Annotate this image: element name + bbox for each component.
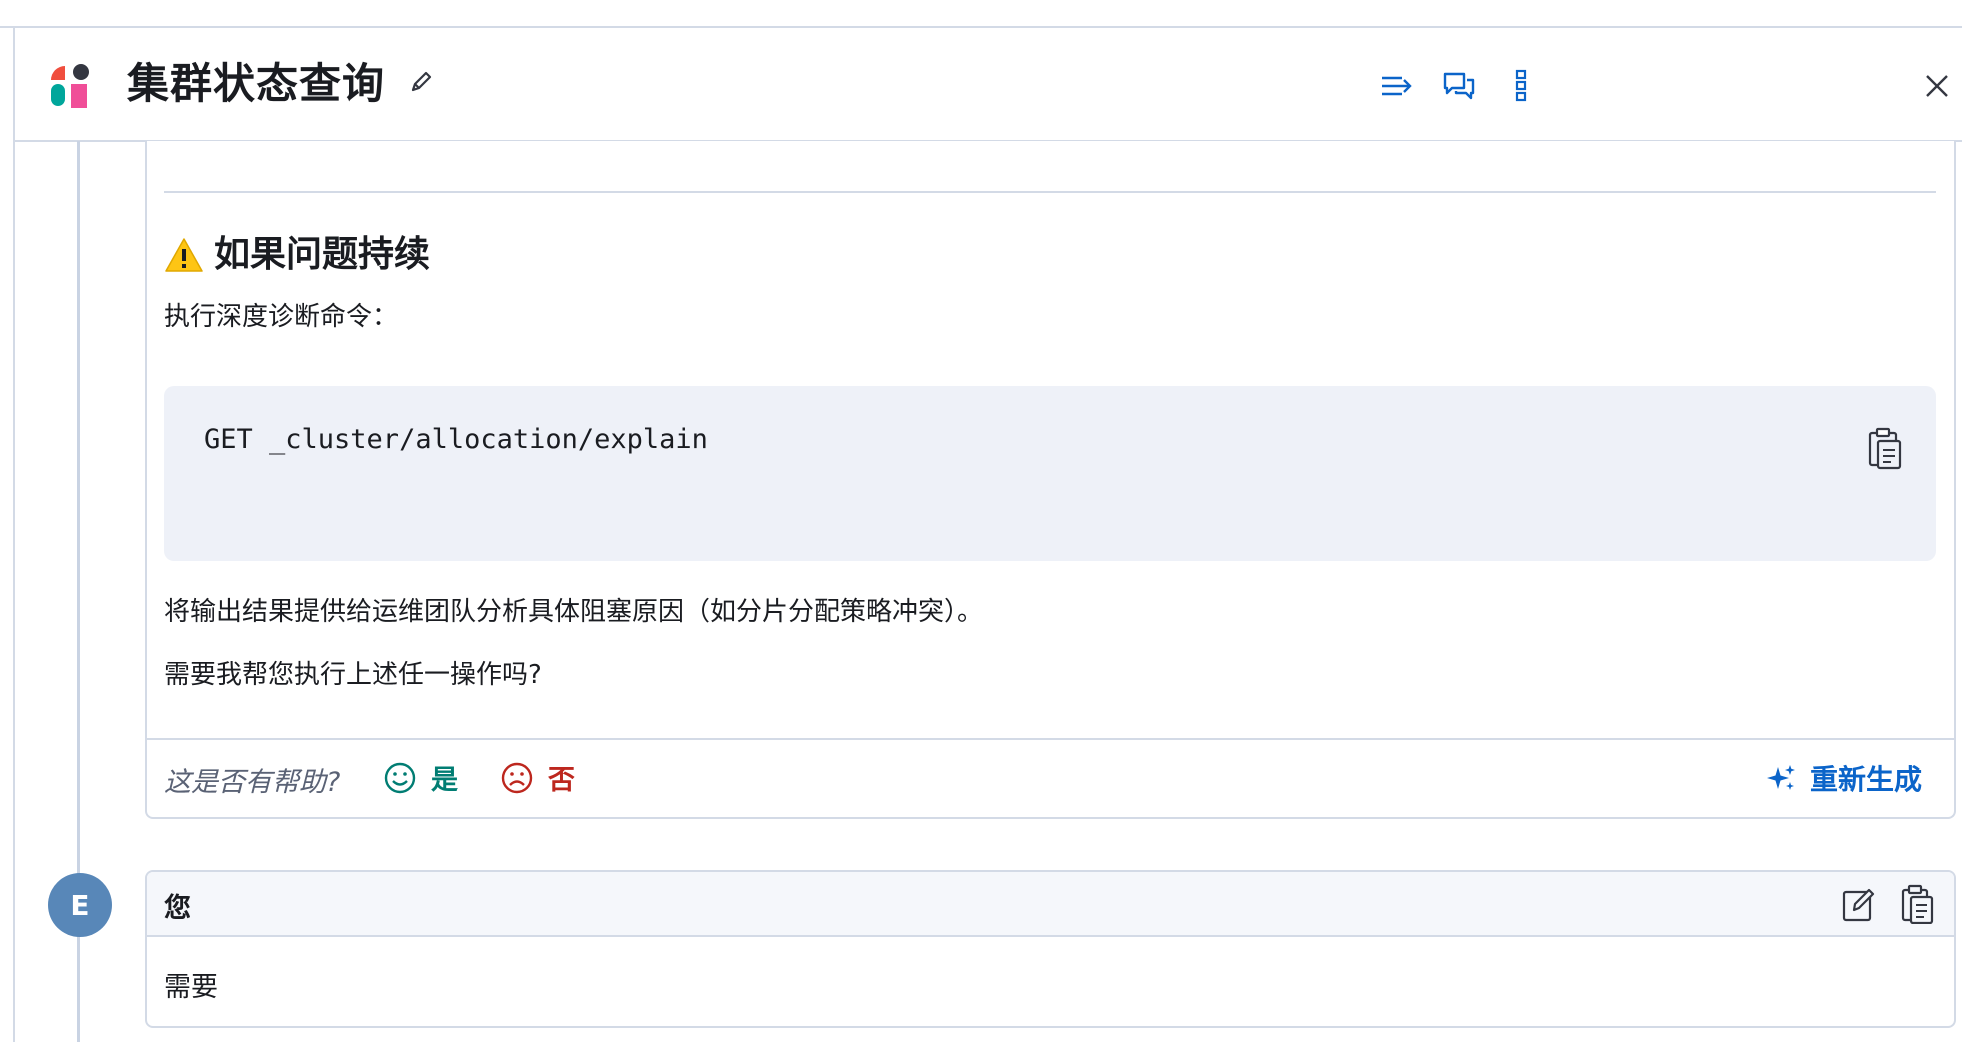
- copy-code-icon[interactable]: [1864, 426, 1904, 470]
- kebab-menu-icon[interactable]: [1501, 66, 1541, 106]
- feedback-no-button[interactable]: 否: [500, 758, 575, 797]
- smile-icon: [384, 762, 416, 793]
- copy-icon[interactable]: [1898, 884, 1936, 924]
- warning-icon: [165, 238, 203, 272]
- frown-icon: [501, 762, 533, 793]
- user-message-header: 您: [147, 872, 1954, 937]
- flyout-header: 集群状态查询: [15, 28, 1962, 142]
- followup-text: 将输出结果提供给运维团队分析具体阻塞原因（如分片分配策略冲突）。: [164, 597, 984, 627]
- user-message-text: 需要: [164, 972, 218, 1003]
- pencil-icon[interactable]: [407, 68, 435, 96]
- window-top-strip: [0, 0, 1962, 28]
- assistant-flyout: 集群状态查询 如果问题持续 执行深度诊断命令： GET _cluster/all…: [13, 28, 1962, 1042]
- user-message-card: 您 需要: [145, 870, 1956, 1028]
- warning-heading: 如果问题持续: [164, 231, 430, 279]
- avatar: E: [48, 873, 112, 937]
- feedback-no-label: 否: [548, 765, 575, 796]
- sparkles-icon: [1766, 765, 1795, 790]
- edit-icon[interactable]: [1840, 884, 1878, 924]
- code-text[interactable]: GET _cluster/allocation/explain: [204, 424, 708, 455]
- regenerate-label: 重新生成: [1809, 763, 1922, 796]
- chat-bubbles-icon[interactable]: [1439, 66, 1479, 106]
- close-icon[interactable]: [1917, 66, 1957, 106]
- conversation-title: 集群状态查询: [127, 59, 386, 108]
- code-block: GET _cluster/allocation/explain: [164, 386, 1936, 561]
- user-author: 您: [164, 893, 191, 924]
- warning-heading-text: 如果问题持续: [214, 234, 431, 275]
- feedback-prompt: 这是否有帮助?: [164, 767, 341, 798]
- intro-text: 执行深度诊断命令：: [164, 302, 399, 332]
- feedback-bar: 这是否有帮助? 是 否 重新生成: [147, 738, 1954, 819]
- assistant-message-card: 如果问题持续 执行深度诊断命令： GET _cluster/allocation…: [145, 141, 1956, 819]
- regenerate-button[interactable]: 重新生成: [1766, 758, 1922, 798]
- divider: [164, 191, 1936, 193]
- app-logo-icon: [51, 64, 89, 108]
- collapse-lines-icon[interactable]: [1377, 66, 1417, 106]
- question-text: 需要我帮您执行上述任一操作吗?: [164, 660, 542, 690]
- feedback-yes-label: 是: [431, 765, 458, 796]
- feedback-yes-button[interactable]: 是: [383, 758, 458, 797]
